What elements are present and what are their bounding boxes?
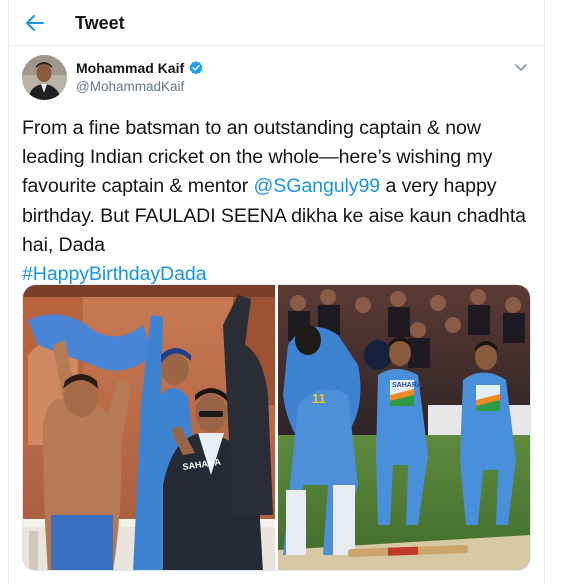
back-arrow-icon (26, 15, 44, 31)
tweet-page: Tweet Mohammad Kaif @MohammadKaif From a… (8, 0, 545, 584)
tweet-media: SAHARA 11 SAHARA (22, 284, 531, 571)
verified-badge-icon (189, 61, 203, 75)
photo-field-celebration[interactable]: 11 SAHARA (278, 285, 530, 570)
page-title: Tweet (75, 13, 125, 33)
player-number: 11 (312, 391, 326, 406)
avatar[interactable] (22, 55, 67, 100)
handle[interactable]: @MohammadKaif (76, 79, 184, 94)
name-row: Mohammad Kaif (76, 60, 204, 76)
tweet-menu-button[interactable] (512, 61, 530, 75)
hashtag-link[interactable]: #HappyBirthdayDada (22, 263, 207, 285)
tweet-text: From a fine batsman to an outstanding ca… (22, 114, 542, 289)
photo-balcony-celebration[interactable]: SAHARA (23, 285, 275, 570)
tweet-header: Mohammad Kaif @MohammadKaif (9, 55, 544, 103)
jersey-text-right: SAHARA (392, 382, 422, 389)
back-button[interactable] (21, 9, 49, 37)
display-name[interactable]: Mohammad Kaif (76, 60, 184, 76)
chevron-down-icon (515, 64, 527, 71)
top-bar: Tweet (9, 0, 544, 46)
mention-link[interactable]: @SGanguly99 (253, 175, 380, 197)
